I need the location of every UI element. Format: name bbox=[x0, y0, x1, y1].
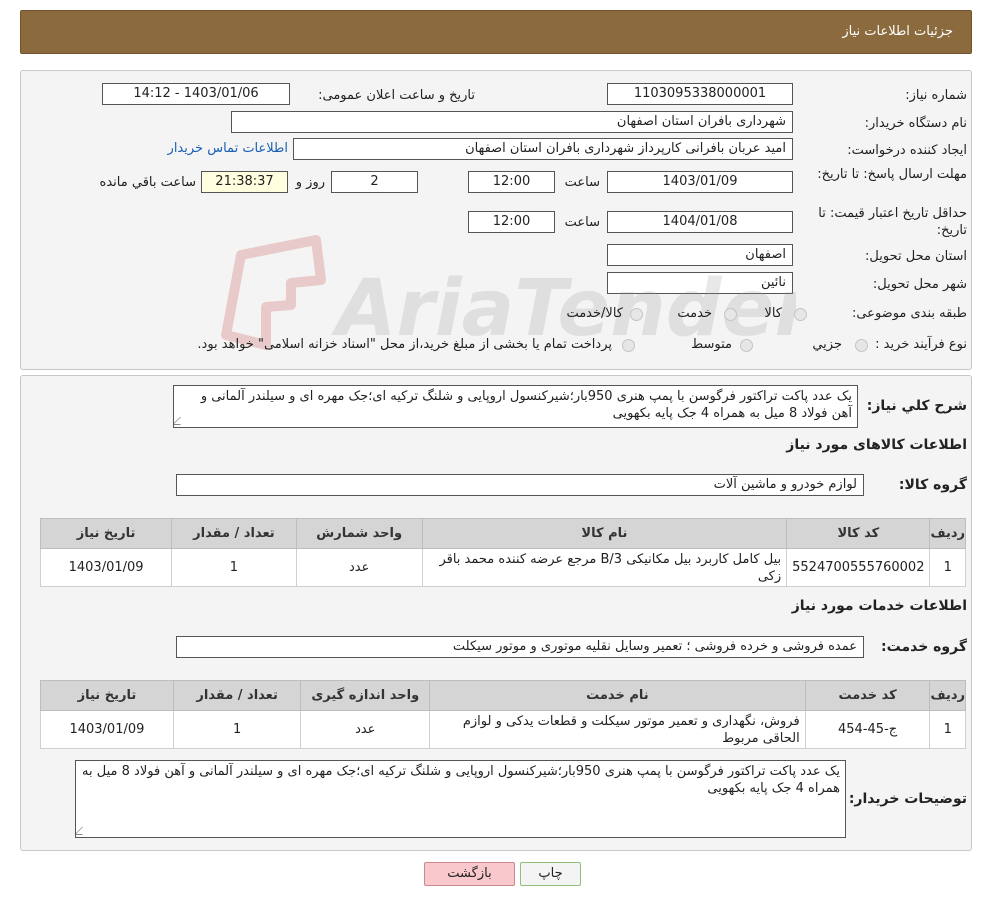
process-radio-treasury[interactable] bbox=[622, 339, 635, 352]
requester-label: ایجاد کننده درخواست: bbox=[847, 143, 967, 158]
services-section-title: اطلاعات خدمات مورد نیاز bbox=[791, 598, 967, 614]
buyer-org-field: شهرداری بافران استان اصفهان bbox=[231, 111, 793, 133]
province-field: اصفهان bbox=[607, 244, 793, 266]
goods-col-row: ردیف bbox=[929, 518, 966, 549]
days-field: 2 bbox=[331, 171, 418, 193]
city-field: نائین bbox=[607, 272, 793, 294]
services-cell-unit: عدد bbox=[300, 710, 431, 749]
goods-table: ردیف کد کالا نام کالا واحد شمارش تعداد /… bbox=[39, 518, 966, 587]
goods-section-title: اطلاعات کالاهای مورد نیاز bbox=[786, 437, 967, 453]
services-group-field: عمده فروشی و خرده فروشی ؛ تعمیر وسایل نق… bbox=[176, 636, 864, 658]
print-button[interactable]: چاپ bbox=[520, 862, 581, 886]
goods-cell-date: 1403/01/09 bbox=[39, 548, 173, 587]
deadline-date-field: 1403/01/09 bbox=[607, 171, 793, 193]
category-option-goods-service: کالا/خدمت bbox=[566, 306, 623, 321]
process-radio-minor[interactable] bbox=[855, 339, 868, 352]
goods-col-code: کد کالا bbox=[786, 518, 931, 549]
category-label: طبقه بندی موضوعی: bbox=[851, 306, 967, 321]
buyer-notes-label: توضیحات خریدار: bbox=[848, 791, 967, 807]
services-col-date: تاریخ نیاز bbox=[40, 680, 174, 711]
goods-col-date: تاریخ نیاز bbox=[39, 518, 173, 549]
days-word: روز و bbox=[295, 175, 325, 190]
goods-cell-row: 1 bbox=[929, 548, 966, 587]
validity-label: حداقل تاریخ اعتبار قیمت: تا تاریخ: bbox=[797, 205, 967, 239]
goods-col-unit: واحد شمارش bbox=[295, 518, 423, 549]
validity-label-text: حداقل تاریخ اعتبار قیمت: تا تاریخ: bbox=[818, 206, 967, 238]
goods-cell-name: بیل کامل کاربرد بیل مکانیکی B/3 مرجع عرض… bbox=[421, 548, 788, 587]
page-title: جزئیات اطلاعات نیاز bbox=[842, 24, 953, 39]
services-col-qty: تعداد / مقدار bbox=[172, 680, 302, 711]
services-col-name: نام خدمت bbox=[429, 680, 806, 711]
remaining-word: ساعت باقي مانده bbox=[99, 175, 196, 190]
deadline-time-field: 12:00 bbox=[468, 171, 555, 193]
services-cell-qty: 1 bbox=[172, 710, 302, 749]
city-label: شهر محل تحویل: bbox=[872, 277, 967, 292]
goods-cell-qty: 1 bbox=[171, 548, 297, 587]
validity-time-word: ساعت bbox=[564, 215, 600, 230]
category-radio-service[interactable] bbox=[724, 308, 737, 321]
resize-grip-icon[interactable] bbox=[174, 417, 188, 425]
description-label: شرح کلي نياز: bbox=[866, 398, 967, 414]
process-treasury-note: پرداخت تمام یا بخشی از مبلغ خرید،از محل … bbox=[197, 337, 612, 352]
goods-col-qty: تعداد / مقدار bbox=[171, 518, 297, 549]
services-table: ردیف کد خدمت نام خدمت واحد اندازه گیری ت… bbox=[40, 680, 966, 749]
need-number-label: شماره نیاز: bbox=[905, 88, 967, 103]
services-col-unit: واحد اندازه گیری bbox=[300, 680, 431, 711]
deadline-label-text: مهلت ارسال پاسخ: تا تاریخ: bbox=[817, 167, 967, 182]
back-button[interactable]: بازگشت bbox=[424, 862, 515, 886]
goods-group-field: لوازم خودرو و ماشین آلات bbox=[176, 474, 864, 496]
contact-info-link[interactable]: اطلاعات تماس خریدار bbox=[168, 141, 288, 156]
buyer-org-label: نام دستگاه خریدار: bbox=[864, 116, 967, 131]
deadline-time-word: ساعت bbox=[564, 175, 600, 190]
remaining-time-field: 21:38:37 bbox=[201, 171, 288, 193]
goods-table-header: ردیف کد کالا نام کالا واحد شمارش تعداد /… bbox=[39, 518, 966, 549]
table-row: 1 ج-45-454 فروش، نگهداری و تعمیر موتور س… bbox=[40, 710, 966, 749]
goods-cell-code: 5524700555760002 bbox=[786, 548, 931, 587]
category-radio-goods-service[interactable] bbox=[630, 308, 643, 321]
services-table-header: ردیف کد خدمت نام خدمت واحد اندازه گیری ت… bbox=[40, 680, 966, 711]
announce-datetime-field: 1403/01/06 - 14:12 bbox=[102, 83, 290, 105]
services-group-label: گروه خدمت: bbox=[881, 639, 967, 655]
province-label: استان محل تحویل: bbox=[865, 249, 967, 264]
deadline-label: مهلت ارسال پاسخ: تا تاریخ: bbox=[807, 166, 967, 183]
validity-time-field: 12:00 bbox=[468, 211, 555, 233]
need-number-field: 1103095338000001 bbox=[607, 83, 793, 105]
services-cell-name: فروش، نگهداری و تعمیر موتور سیکلت و قطعا… bbox=[429, 710, 806, 749]
announce-label: تاریخ و ساعت اعلان عمومی: bbox=[318, 88, 475, 103]
page-header: جزئیات اطلاعات نیاز bbox=[20, 10, 972, 54]
process-option-minor: جزیي bbox=[812, 337, 842, 352]
category-option-goods: کالا bbox=[764, 306, 782, 321]
process-radio-medium[interactable] bbox=[740, 339, 753, 352]
category-option-service: خدمت bbox=[677, 306, 712, 321]
process-option-medium: متوسط bbox=[691, 337, 732, 352]
services-col-code: کد خدمت bbox=[804, 680, 931, 711]
goods-col-name: نام کالا bbox=[421, 518, 788, 549]
description-textarea: یک عدد پاکت تراکتور فرگوسن با پمپ هنری 9… bbox=[173, 385, 858, 428]
requester-field: امید عربان بافرانی کارپرداز شهرداری بافر… bbox=[293, 138, 793, 160]
goods-group-label: گروه کالا: bbox=[898, 477, 967, 493]
category-radio-goods[interactable] bbox=[794, 308, 807, 321]
process-label: نوع فرآیند خرید : bbox=[875, 337, 967, 352]
goods-cell-unit: عدد bbox=[295, 548, 423, 587]
services-cell-row: 1 bbox=[929, 710, 966, 749]
services-cell-date: 1403/01/09 bbox=[40, 710, 174, 749]
buyer-notes-textarea: یک عدد پاکت تراکتور فرگوسن با پمپ هنری 9… bbox=[75, 760, 846, 838]
validity-date-field: 1404/01/08 bbox=[607, 211, 793, 233]
services-cell-code: ج-45-454 bbox=[804, 710, 931, 749]
services-col-row: ردیف bbox=[929, 680, 966, 711]
description-text: یک عدد پاکت تراکتور فرگوسن با پمپ هنری 9… bbox=[200, 389, 852, 421]
table-row: 1 5524700555760002 بیل کامل کاربرد بیل م… bbox=[39, 548, 966, 587]
resize-grip-icon[interactable] bbox=[76, 827, 90, 835]
buyer-notes-text: یک عدد پاکت تراکتور فرگوسن با پمپ هنری 9… bbox=[82, 764, 840, 796]
